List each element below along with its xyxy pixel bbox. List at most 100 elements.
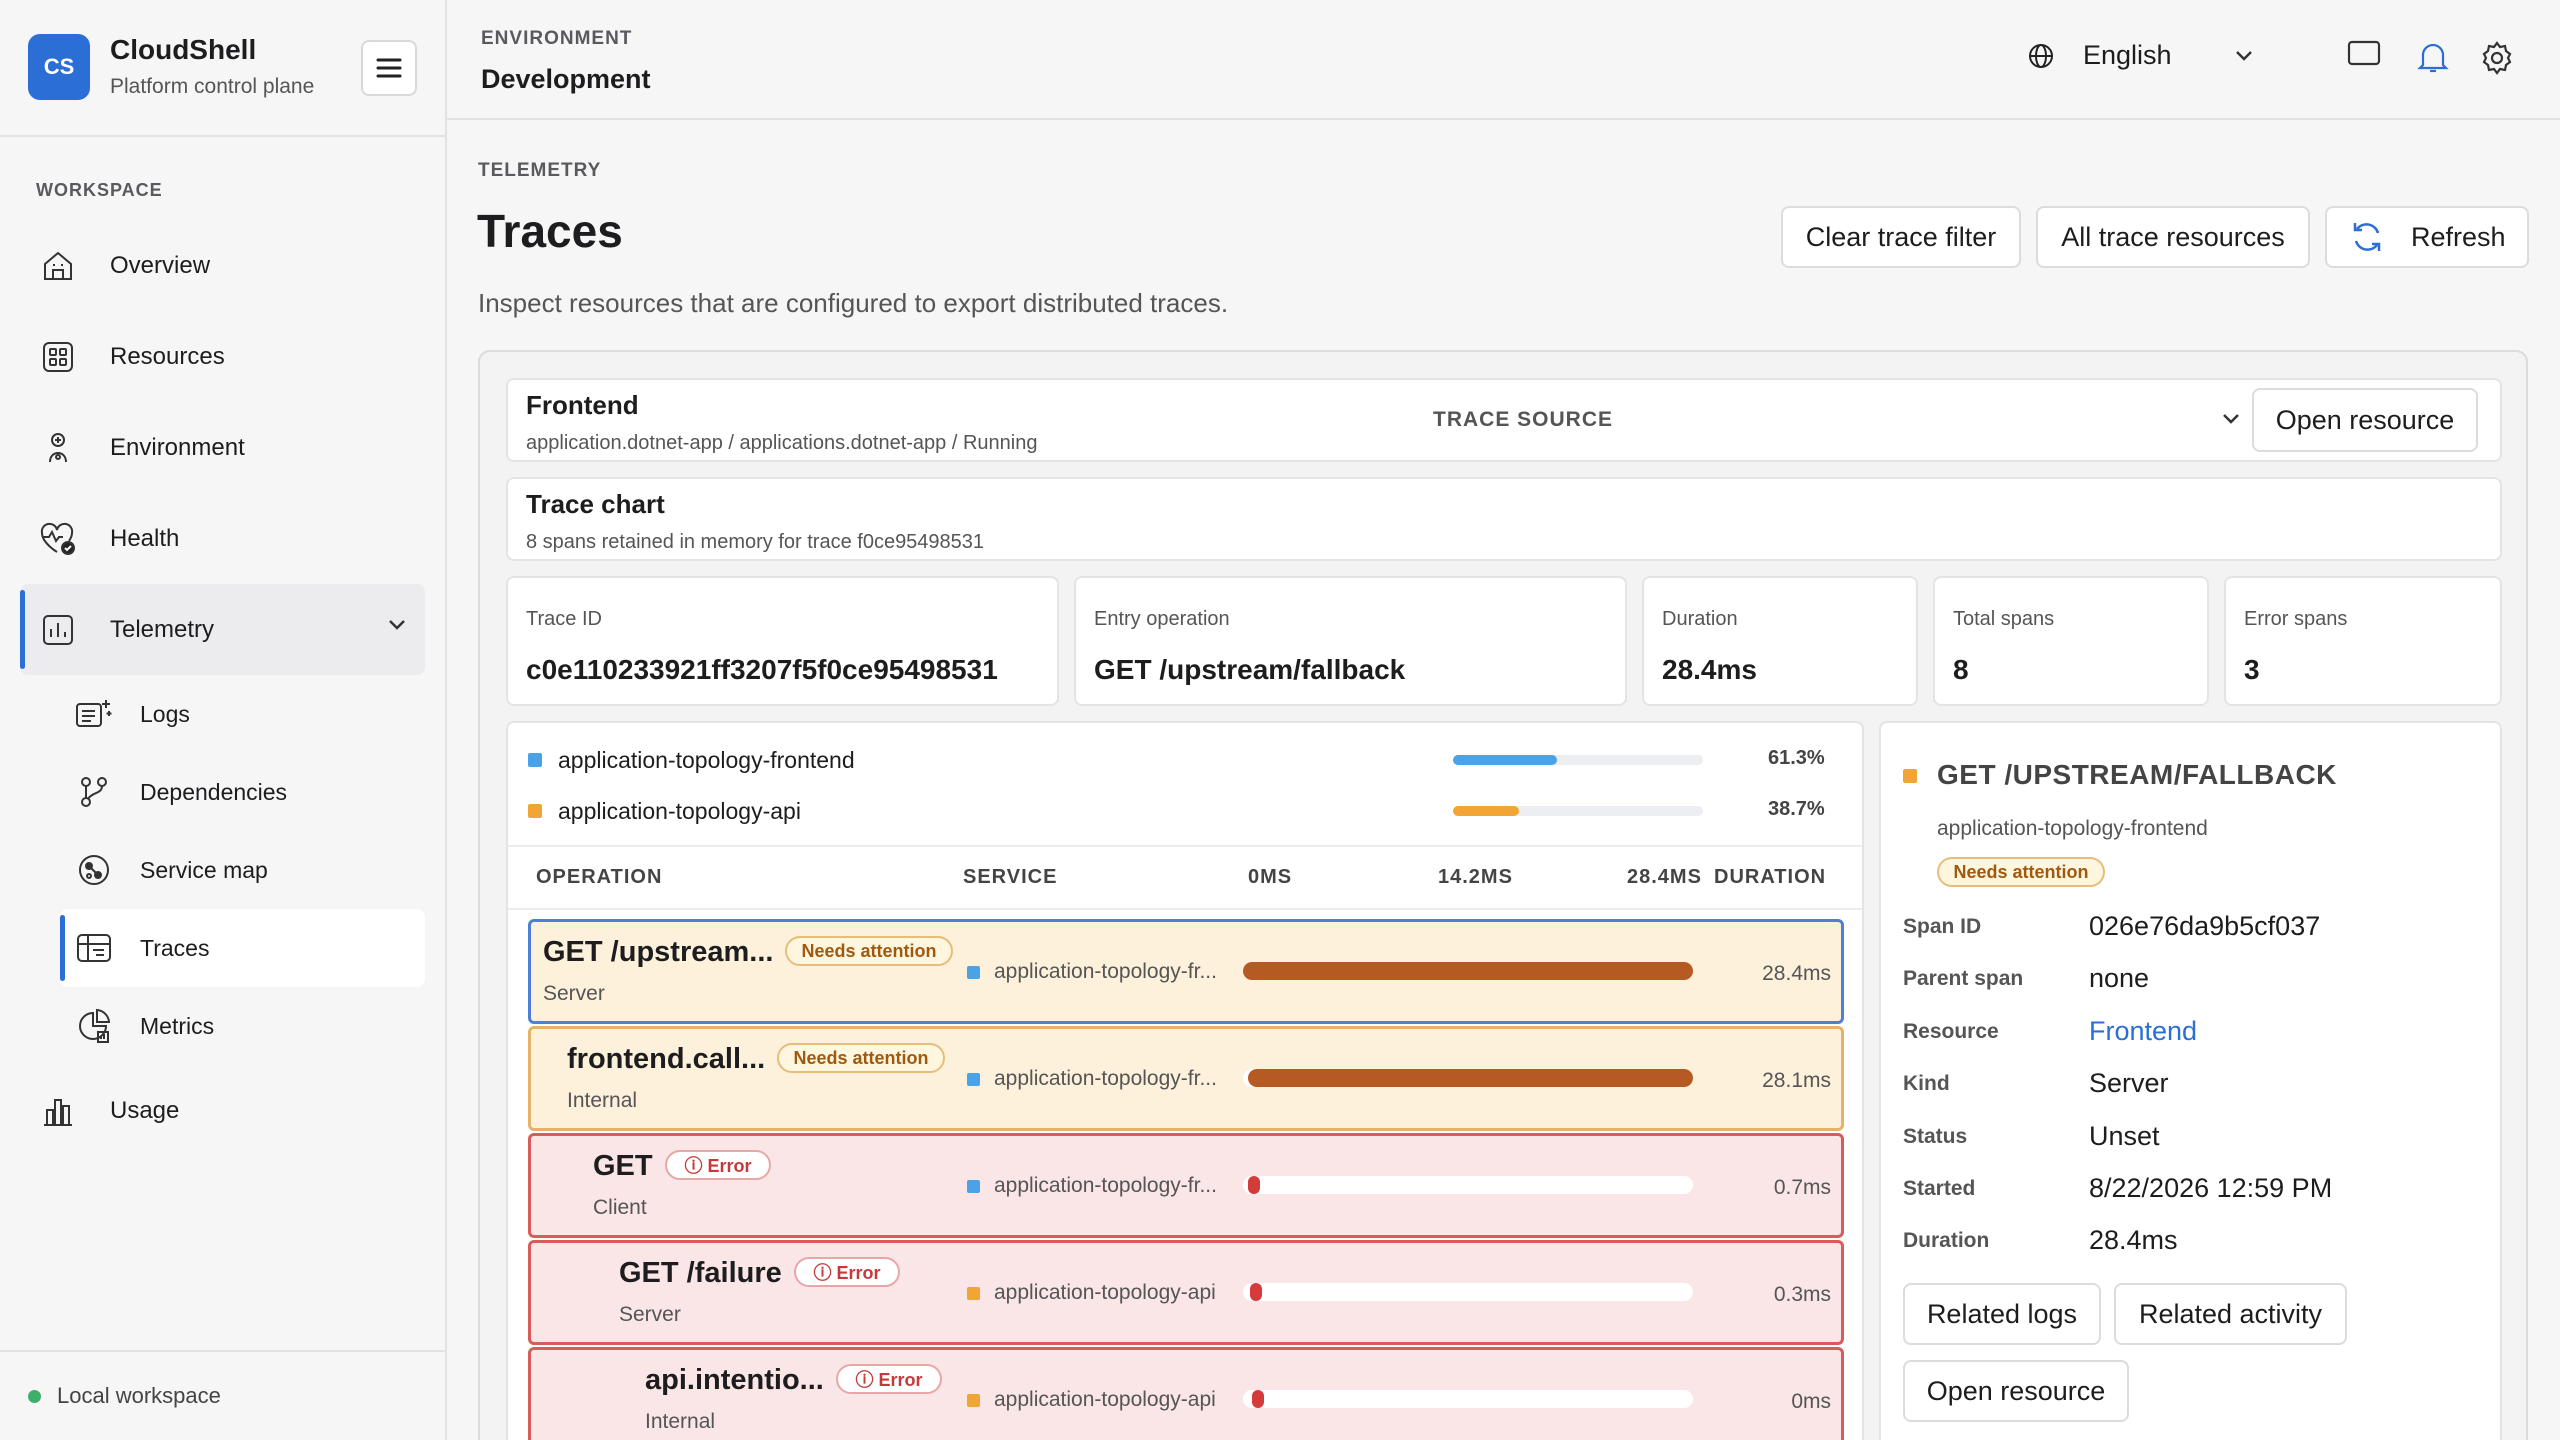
detail-key: Status [1903, 1125, 1968, 1148]
span-operation: api.intentio... [645, 1364, 824, 1396]
span-kind: Internal [567, 1089, 638, 1112]
detail-value-kind: Server [2089, 1068, 2169, 1098]
span-duration: 28.4ms [1762, 962, 1831, 985]
trace-source-dropdown-chevron-icon[interactable] [2221, 412, 2241, 426]
bell-icon[interactable] [2417, 40, 2449, 74]
open-resource-button[interactable]: Open resource [2252, 388, 2478, 452]
detail-key: Span ID [1903, 915, 1982, 938]
span-row[interactable]: GET /upstream... Needs attention Server … [528, 919, 1844, 1024]
span-duration: 0.3ms [1773, 1283, 1831, 1306]
brand-logo: CS [28, 34, 90, 100]
span-timeline-track [1243, 1069, 1693, 1087]
span-timeline-track [1243, 1176, 1693, 1194]
menu-toggle-button[interactable] [361, 40, 417, 96]
sidebar-subitem-label: Service map [140, 856, 268, 883]
brand: CS CloudShell Platform control plane [0, 0, 445, 137]
clear-trace-filter-button[interactable]: Clear trace filter [1781, 206, 2021, 268]
sidebar-subitem-service-map[interactable]: Service map [60, 831, 425, 909]
detail-value-duration: 28.4ms [2089, 1225, 2178, 1255]
trace-panel: Frontend application.dotnet-app / applic… [478, 350, 2528, 1440]
sidebar-item-usage[interactable]: Usage [20, 1065, 425, 1156]
service-color-swatch [967, 1286, 980, 1300]
sidebar-subitem-metrics[interactable]: Metrics [60, 987, 425, 1065]
detail-key: Parent span [1903, 967, 2024, 990]
sidebar-item-label: Resources [110, 342, 225, 370]
span-service-name: application-topology-api [994, 1281, 1216, 1304]
span-row[interactable]: GET ⓘ Error Client application-topology-… [528, 1133, 1844, 1238]
detail-value-parent-span: none [2089, 963, 2150, 993]
stat-value: GET /upstream/fallback [1094, 654, 1406, 685]
span-row[interactable]: frontend.call... Needs attention Interna… [528, 1026, 1844, 1131]
sidebar-item-overview[interactable]: Overview [20, 220, 425, 311]
sidebar-item-health[interactable]: Health [20, 493, 425, 584]
span-duration: 28.1ms [1762, 1069, 1831, 1092]
sidebar-nav: Overview Resources Environment Health Te… [20, 220, 425, 1156]
sidebar-item-label: Health [110, 524, 180, 552]
span-row[interactable]: api.intentio... ⓘ Error Internal applica… [528, 1347, 1844, 1440]
span-kind: Internal [645, 1410, 716, 1433]
sidebar-subitem-label: Metrics [140, 1012, 215, 1039]
service-name: application-topology-frontend [558, 746, 855, 773]
span-service-name: application-topology-api [994, 1388, 1216, 1411]
sidebar-subitem-traces[interactable]: Traces [60, 909, 425, 987]
sidebar-subitem-logs[interactable]: Logs [60, 675, 425, 753]
span-status-badge: ⓘ Error [836, 1364, 942, 1394]
status-dot-icon [28, 1389, 41, 1403]
service-name: application-topology-api [558, 797, 801, 824]
related-logs-button[interactable]: Related logs [1903, 1283, 2101, 1345]
sidebar: CS CloudShell Platform control plane WOR… [0, 0, 447, 1440]
sidebar-item-environment[interactable]: Environment [20, 402, 425, 493]
service-map-icon [74, 850, 114, 890]
logs-icon [74, 694, 114, 734]
span-kind: Server [619, 1303, 681, 1326]
stat-value: 3 [2244, 654, 2260, 685]
refresh-icon [2353, 223, 2381, 251]
timeline-tick-start: 0MS [1248, 866, 1293, 888]
resource-link[interactable]: Frontend [2089, 1016, 2197, 1047]
service-color-swatch [528, 753, 542, 767]
sidebar-item-label: Environment [110, 433, 245, 461]
page-title: Traces [477, 205, 623, 257]
heartbeat-icon [38, 519, 78, 559]
sidebar-item-label: Usage [110, 1096, 180, 1124]
service-color-swatch [1903, 769, 1917, 783]
trace-chart-card: Trace chart 8 spans retained in memory f… [506, 477, 2502, 561]
related-activity-button[interactable]: Related activity [2114, 1283, 2347, 1345]
all-trace-resources-button[interactable]: All trace resources [2036, 206, 2310, 268]
span-kind: Server [543, 982, 605, 1005]
service-color-swatch [967, 965, 980, 979]
open-resource-button[interactable]: Open resource [1903, 1360, 2129, 1422]
window-icon[interactable] [2347, 40, 2381, 68]
column-header-operation: OPERATION [536, 866, 663, 888]
stat-label: Duration [1662, 608, 1738, 630]
span-detail-panel: GET /UPSTREAM/FALLBACK application-topol… [1879, 721, 2502, 1440]
span-row[interactable]: GET /failure ⓘ Error Server application-… [528, 1240, 1844, 1345]
app-root: CS CloudShell Platform control plane WOR… [0, 0, 2560, 1440]
gear-icon[interactable] [2479, 40, 2515, 76]
service-legend-row: application-topology-frontend 61.3% [528, 745, 1828, 775]
detail-key: Kind [1903, 1072, 1950, 1095]
span-status-badge: ⓘ Error [794, 1257, 900, 1287]
sidebar-subitem-dependencies[interactable]: Dependencies [60, 753, 425, 831]
main-content: TELEMETRY Traces Inspect resources that … [447, 122, 2560, 1440]
trace-source-label: TRACE SOURCE [1433, 408, 1614, 431]
hamburger-icon [376, 58, 402, 78]
language-select[interactable]: English [2027, 40, 2254, 71]
span-detail-service: application-topology-frontend [1937, 817, 2208, 840]
stat-error-spans: Error spans 3 [2224, 576, 2502, 706]
environment-value: Development [481, 64, 651, 94]
resource-path: application.dotnet-app / applications.do… [526, 432, 1038, 454]
span-timeline-track [1243, 962, 1693, 980]
span-service: application-topology-fr... [967, 1067, 1217, 1091]
span-timeline-track [1243, 1283, 1693, 1301]
sidebar-subitem-label: Logs [140, 700, 190, 727]
span-timeline-bar [1252, 1390, 1264, 1408]
brand-name: CloudShell [110, 34, 257, 65]
sidebar-subitem-label: Traces [140, 934, 210, 961]
span-detail-status-badge: Needs attention [1937, 857, 2105, 887]
timeline-tick-mid: 14.2MS [1438, 866, 1513, 888]
sidebar-item-resources[interactable]: Resources [20, 311, 425, 402]
refresh-button[interactable]: Refresh [2325, 206, 2529, 268]
environment-icon [38, 428, 78, 468]
sidebar-item-telemetry[interactable]: Telemetry [20, 584, 425, 675]
